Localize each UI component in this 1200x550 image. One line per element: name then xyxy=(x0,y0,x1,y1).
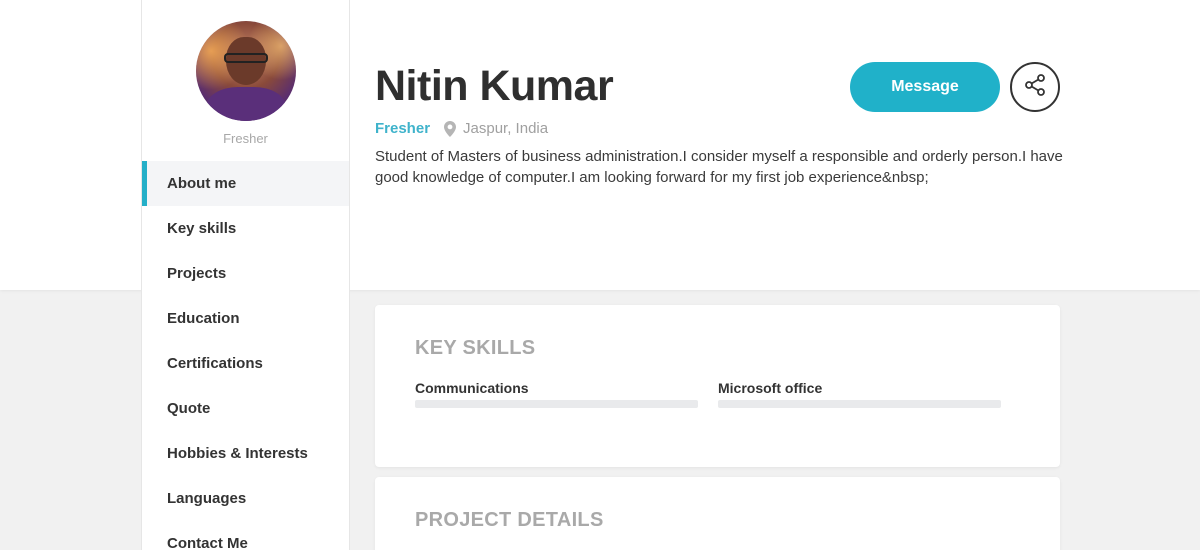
about-text: Student of Masters of business administr… xyxy=(375,148,1063,186)
sidebar-item-languages[interactable]: Languages xyxy=(142,476,349,521)
skill-name: Communications xyxy=(415,380,529,396)
share-icon xyxy=(1023,73,1047,102)
sidebar-item-education[interactable]: Education xyxy=(142,296,349,341)
skill-name: Microsoft office xyxy=(718,380,823,396)
skill-item: Microsoft office xyxy=(718,380,1001,408)
key-skills-card: KEY SKILLS Communications Microsoft offi… xyxy=(375,305,1060,467)
sidebar: Fresher About me Key skills Projects Edu… xyxy=(141,0,350,550)
message-button[interactable]: Message xyxy=(850,62,1000,112)
key-skills-title: KEY SKILLS xyxy=(415,337,536,359)
sidebar-item-certifications[interactable]: Certifications xyxy=(142,341,349,386)
sidebar-item-hobbies-interests[interactable]: Hobbies & Interests xyxy=(142,431,349,476)
profile-name: Nitin Kumar xyxy=(375,62,614,110)
skill-bar xyxy=(415,400,698,408)
skill-bar xyxy=(718,400,1001,408)
avatar xyxy=(196,21,296,121)
sidebar-item-key-skills[interactable]: Key skills xyxy=(142,206,349,251)
sidebar-item-quote[interactable]: Quote xyxy=(142,386,349,431)
role-caption: Fresher xyxy=(223,131,268,146)
sidebar-item-about-me[interactable]: About me xyxy=(142,161,349,206)
avatar-glasses xyxy=(224,53,268,63)
status-label: Fresher xyxy=(375,120,431,137)
project-details-title: PROJECT DETAILS xyxy=(415,509,604,531)
sidebar-item-projects[interactable]: Projects xyxy=(142,251,349,296)
sidebar-nav: About me Key skills Projects Education C… xyxy=(142,161,349,550)
share-button[interactable] xyxy=(1010,62,1060,112)
skill-item: Communications xyxy=(415,380,698,408)
location-pin-icon xyxy=(444,120,457,137)
sidebar-item-contact-me[interactable]: Contact Me xyxy=(142,521,349,550)
avatar-shirt xyxy=(206,87,286,121)
profile-subline: Fresher Jaspur, India xyxy=(375,120,548,137)
project-details-card: PROJECT DETAILS xyxy=(375,477,1060,550)
location-text: Jaspur, India xyxy=(463,120,549,137)
